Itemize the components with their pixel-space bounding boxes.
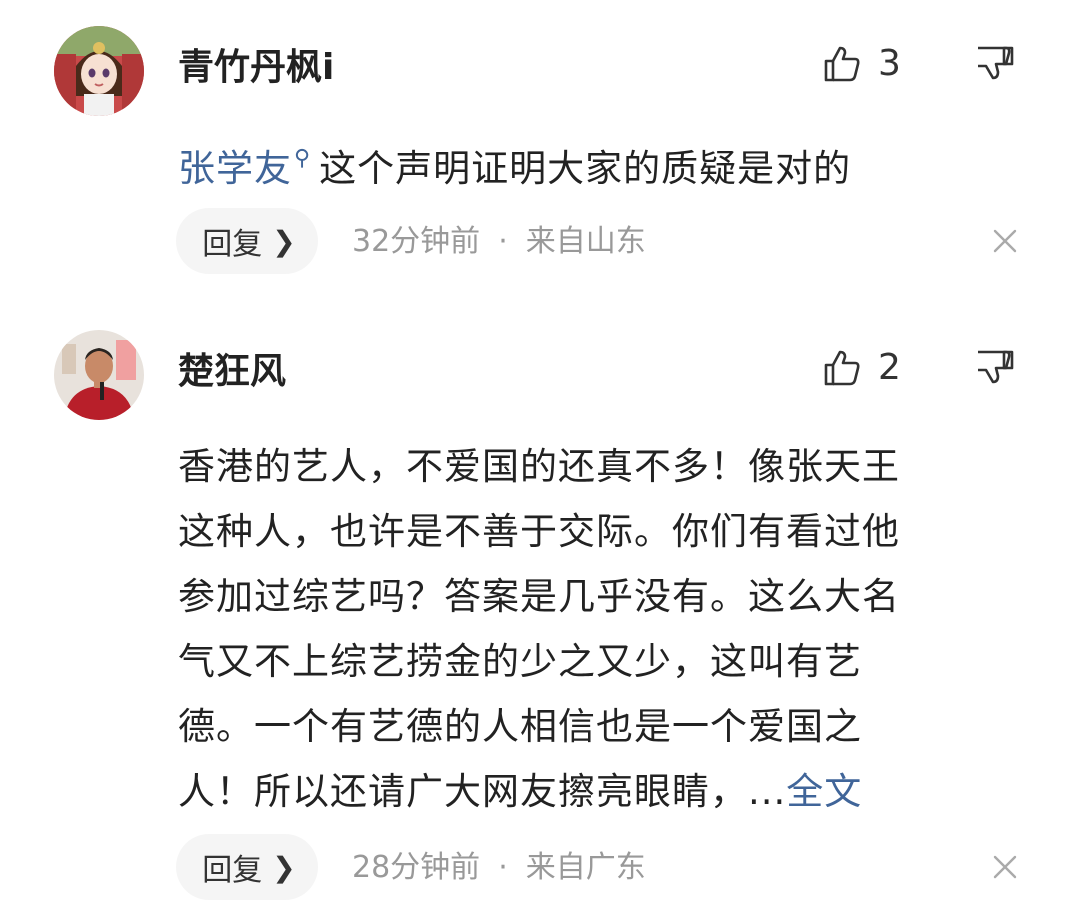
comment-location: 来自广东	[525, 850, 646, 885]
close-button[interactable]	[990, 852, 1020, 882]
comment-line: 这种人，也许是不善于交际。你们有看过他	[178, 510, 900, 553]
reply-button[interactable]: 回复 ❯	[176, 208, 318, 274]
thumbs-down-icon	[978, 350, 1014, 384]
separator: ·	[498, 850, 508, 885]
search-icon[interactable]: ⚲	[294, 146, 311, 171]
close-button[interactable]	[990, 226, 1020, 256]
close-icon	[993, 229, 1017, 253]
comment-line: 香港的艺人，不爱国的还真不多！像张天王	[178, 445, 900, 488]
comment-time: 32分钟前	[352, 224, 481, 259]
comment-text: 张学友⚲ 这个声明证明大家的质疑是对的	[178, 130, 998, 198]
comment-line: 气又不上综艺捞金的少之又少，这叫有艺	[178, 640, 862, 683]
avatar[interactable]	[54, 330, 144, 420]
like-count: 2	[878, 347, 901, 388]
comment-meta: 28分钟前 · 来自广东	[352, 848, 646, 888]
chevron-right-icon: ❯	[272, 224, 296, 258]
avatar[interactable]	[54, 26, 144, 116]
separator: ·	[498, 224, 508, 259]
like-count: 3	[878, 43, 901, 84]
chevron-right-icon: ❯	[272, 850, 296, 884]
comment-line: 参加过综艺吗？答案是几乎没有。这么大名	[178, 575, 900, 618]
username[interactable]: 楚狂风	[178, 352, 286, 392]
dislike-button[interactable]	[972, 40, 1020, 88]
thumbs-up-icon	[824, 350, 860, 386]
avatar-image	[54, 26, 144, 116]
like-button[interactable]: 2	[822, 346, 912, 390]
close-icon	[993, 855, 1017, 879]
comment-body: 这个声明证明大家的质疑是对的	[319, 147, 852, 190]
like-button[interactable]: 3	[822, 42, 912, 86]
comment-line: 人！所以还请广大网友擦亮眼睛，...全文	[178, 759, 998, 824]
comment-line: 德。一个有艺德的人相信也是一个爱国之	[178, 705, 862, 748]
thumbs-down-icon	[978, 46, 1014, 80]
thumbs-up-icon	[824, 46, 860, 82]
mention-link[interactable]: 张学友	[178, 147, 292, 190]
comment-text: 香港的艺人，不爱国的还真不多！像张天王 这种人，也许是不善于交际。你们有看过他 …	[178, 434, 998, 824]
comment-location: 来自山东	[525, 224, 646, 259]
full-text-link[interactable]: 全文	[786, 770, 862, 813]
avatar-image	[54, 330, 144, 420]
reply-label: 回复	[202, 853, 263, 888]
reply-button[interactable]: 回复 ❯	[176, 834, 318, 900]
comment-line-text: 人！所以还请广大网友擦亮眼睛，...	[178, 770, 787, 813]
comment-meta: 32分钟前 · 来自山东	[352, 222, 646, 262]
reply-label: 回复	[202, 227, 263, 262]
comment-time: 28分钟前	[352, 850, 481, 885]
dislike-button[interactable]	[972, 344, 1020, 392]
username[interactable]: 青竹丹枫i	[178, 48, 334, 88]
